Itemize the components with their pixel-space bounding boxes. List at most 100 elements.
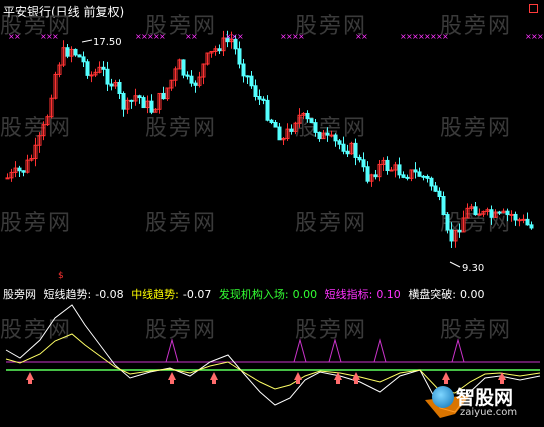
candle-body <box>477 213 482 216</box>
candle-body <box>457 229 462 233</box>
up-arrow-icon <box>442 372 450 380</box>
candle-body <box>525 218 530 226</box>
candle-body <box>261 98 266 101</box>
candle-body <box>129 99 134 102</box>
candle-body <box>305 112 310 120</box>
candle-body <box>397 164 402 176</box>
candle-body <box>473 206 478 216</box>
candle-body <box>105 68 110 85</box>
candle-body <box>65 47 70 57</box>
candle-body <box>433 185 438 192</box>
signal-marker: × <box>159 32 166 41</box>
signal-spike <box>165 338 179 363</box>
candle-body <box>333 134 338 142</box>
candle-body <box>189 75 194 84</box>
candle-body <box>185 74 190 77</box>
candle-body <box>429 177 434 187</box>
candle-body <box>509 213 514 216</box>
candle-body <box>405 176 410 179</box>
candle-body <box>489 209 494 218</box>
candle-body <box>245 75 250 78</box>
candle-body <box>361 159 366 168</box>
candle-body <box>345 150 350 155</box>
candle-body <box>253 85 258 98</box>
brand-url: zaiyue.com <box>460 407 518 418</box>
signal-marker: × <box>237 32 244 41</box>
up-arrow-stem <box>212 380 216 384</box>
up-arrow-stem <box>336 380 340 384</box>
stock-chart-window: 平安银行(日线 前复权) 股旁网 股旁网 股旁网 股旁网 股旁网 股旁网 股旁网… <box>0 0 544 427</box>
candle-body <box>237 48 242 65</box>
candle-body <box>117 82 122 95</box>
candle-body <box>141 97 146 109</box>
candle-body <box>497 211 502 214</box>
signal-spike <box>328 338 342 363</box>
candle-body <box>241 63 246 77</box>
candle-body <box>401 174 406 178</box>
candle-body <box>161 92 166 100</box>
candle-body <box>529 224 534 229</box>
up-arrow-icon <box>294 372 302 380</box>
candle-body <box>17 167 22 172</box>
candle-body <box>5 177 10 180</box>
candle-body <box>337 140 342 145</box>
signal-spike <box>373 338 387 363</box>
up-arrow-icon <box>168 372 176 380</box>
signal-marker: × <box>361 32 368 41</box>
signal-marker: × <box>298 32 305 41</box>
candle-body <box>257 96 262 100</box>
candle-body <box>505 210 510 216</box>
candle-body <box>181 59 186 76</box>
candle-body <box>277 126 282 141</box>
signal-spike <box>451 338 465 363</box>
candle-body <box>193 82 198 86</box>
candle-body <box>445 214 450 231</box>
candle-body <box>413 169 418 173</box>
candle-body <box>325 132 330 136</box>
candle-body <box>309 118 314 124</box>
signal-spike <box>293 338 307 363</box>
low-price-label: 9.30 <box>462 263 484 274</box>
candle-body <box>73 48 78 56</box>
candle-body <box>421 175 426 178</box>
up-arrow-stem <box>170 380 174 384</box>
up-arrow-stem <box>296 380 300 384</box>
signal-marker: × <box>442 32 449 41</box>
candle-body <box>101 66 106 70</box>
candle-body <box>365 166 370 182</box>
globe-icon <box>432 386 454 408</box>
candle-body <box>249 75 254 87</box>
candle-body <box>269 119 274 123</box>
candle-body <box>417 171 422 177</box>
candle-body <box>441 196 446 216</box>
candle-body <box>121 93 126 110</box>
candle-body <box>313 122 318 133</box>
up-arrow-stem <box>354 380 358 384</box>
candle-body <box>273 121 278 128</box>
candle-body <box>513 213 518 221</box>
signal-marker: × <box>14 32 21 41</box>
candle-body <box>517 219 522 222</box>
up-arrow-stem <box>28 380 32 384</box>
candle-body <box>89 74 94 77</box>
candle-body <box>81 56 86 63</box>
candlestick-panel[interactable]: × × × × × × × × × × × × × × × × × × × × × × × × × × × × × × × ×17.509.3… <box>0 0 544 280</box>
candle-body <box>425 175 430 179</box>
candle-body <box>21 170 26 173</box>
candle-body <box>353 142 358 158</box>
candle-body <box>217 48 222 52</box>
buy-signal-marker: $ <box>58 271 64 280</box>
high-price-label: 17.50 <box>93 37 122 48</box>
candle-body <box>449 229 454 242</box>
candle-body <box>289 128 294 132</box>
signal-marker: × <box>537 32 544 41</box>
candle-body <box>389 169 394 172</box>
brand-name: 智股网 <box>456 387 514 409</box>
candle-body <box>265 99 270 121</box>
candle-body <box>341 143 346 152</box>
candle-body <box>109 83 114 87</box>
brand-watermark: 智股网 zaiyue.com <box>432 383 540 423</box>
candle-body <box>85 61 90 76</box>
candle-body <box>329 134 334 137</box>
candle-body <box>437 190 442 198</box>
